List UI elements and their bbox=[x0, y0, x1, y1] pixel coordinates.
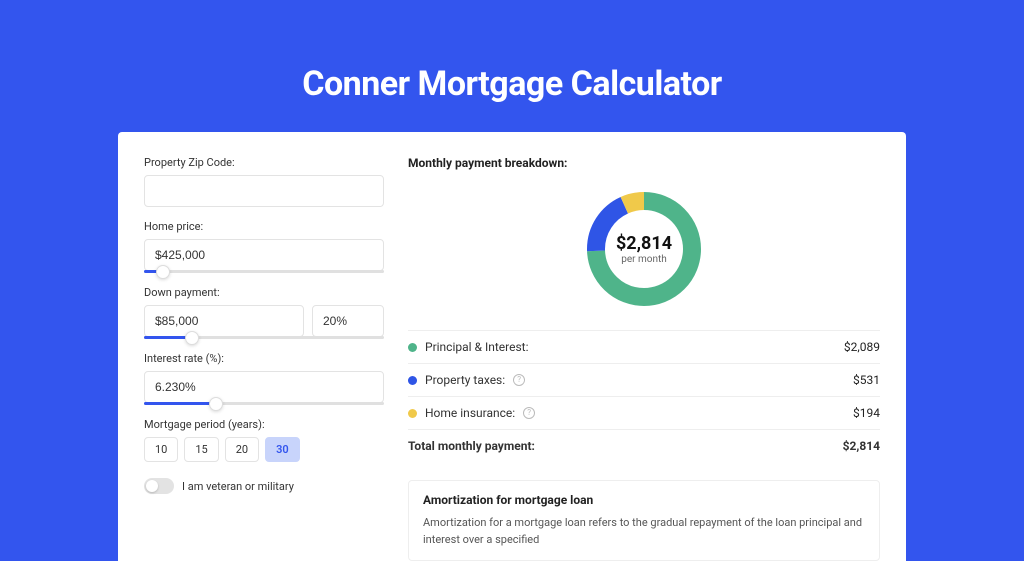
legend-dot bbox=[408, 409, 417, 418]
legend-row: Principal & Interest: $2,089 bbox=[408, 331, 880, 364]
legend-total-row: Total monthly payment: $2,814 bbox=[408, 430, 880, 462]
interest-input[interactable] bbox=[144, 371, 384, 403]
legend-left: Property taxes:? bbox=[408, 373, 525, 387]
legend-value: $2,089 bbox=[844, 340, 880, 354]
donut-chart-wrap: $2,814 per month bbox=[408, 182, 880, 330]
interest-field-group: Interest rate (%): bbox=[144, 352, 384, 405]
legend-total-label: Total monthly payment: bbox=[408, 439, 535, 453]
legend-total-value: $2,814 bbox=[843, 439, 880, 453]
veteran-toggle[interactable] bbox=[144, 478, 174, 494]
legend-value: $531 bbox=[853, 373, 880, 387]
interest-label: Interest rate (%): bbox=[144, 352, 384, 365]
zip-label: Property Zip Code: bbox=[144, 156, 384, 169]
down-payment-slider[interactable] bbox=[144, 336, 384, 339]
down-payment-pct-input[interactable] bbox=[312, 305, 384, 337]
period-option-20[interactable]: 20 bbox=[225, 437, 259, 462]
legend-dot bbox=[408, 376, 417, 385]
home-price-field-group: Home price: bbox=[144, 220, 384, 273]
legend-dot bbox=[408, 343, 417, 352]
amortization-box: Amortization for mortgage loan Amortizat… bbox=[408, 480, 880, 561]
home-price-slider[interactable] bbox=[144, 270, 384, 273]
period-option-15[interactable]: 15 bbox=[184, 437, 218, 462]
legend-left: Home insurance:? bbox=[408, 406, 535, 420]
interest-slider[interactable] bbox=[144, 402, 384, 405]
amortization-title: Amortization for mortgage loan bbox=[423, 493, 865, 507]
home-price-slider-thumb[interactable] bbox=[156, 265, 170, 279]
period-option-30[interactable]: 30 bbox=[265, 437, 300, 462]
donut-sub: per month bbox=[621, 254, 667, 265]
page-title: Conner Mortgage Calculator bbox=[0, 0, 1024, 132]
legend-row: Home insurance:? $194 bbox=[408, 397, 880, 430]
inputs-column: Property Zip Code: Home price: Down paym… bbox=[144, 156, 384, 561]
legend-label: Property taxes: bbox=[425, 373, 505, 387]
donut-value: $2,814 bbox=[616, 233, 672, 254]
period-label: Mortgage period (years): bbox=[144, 418, 384, 431]
period-options: 1015 2030 bbox=[144, 437, 384, 462]
donut-center: $2,814 per month bbox=[581, 186, 707, 312]
home-price-input[interactable] bbox=[144, 239, 384, 271]
down-payment-input[interactable] bbox=[144, 305, 304, 337]
legend-left: Principal & Interest: bbox=[408, 340, 529, 354]
interest-slider-thumb[interactable] bbox=[209, 397, 223, 411]
zip-input[interactable] bbox=[144, 175, 384, 207]
down-payment-field-group: Down payment: bbox=[144, 286, 384, 339]
donut-chart: $2,814 per month bbox=[581, 186, 707, 312]
legend-value: $194 bbox=[853, 406, 880, 420]
amortization-text: Amortization for a mortgage loan refers … bbox=[423, 515, 865, 548]
home-price-label: Home price: bbox=[144, 220, 384, 233]
period-option-10[interactable]: 10 bbox=[144, 437, 178, 462]
legend: Principal & Interest: $2,089 Property taxe… bbox=[408, 330, 880, 462]
breakdown-column: Monthly payment breakdown: $2,814 per mo… bbox=[408, 156, 880, 561]
veteran-label: I am veteran or military bbox=[182, 480, 294, 493]
info-icon[interactable]: ? bbox=[523, 407, 535, 419]
veteran-toggle-row: I am veteran or military bbox=[144, 478, 384, 494]
breakdown-title: Monthly payment breakdown: bbox=[408, 156, 880, 170]
calculator-card: Property Zip Code: Home price: Down paym… bbox=[118, 132, 906, 561]
legend-label: Home insurance: bbox=[425, 406, 515, 420]
interest-slider-fill bbox=[144, 402, 216, 405]
down-payment-slider-thumb[interactable] bbox=[185, 331, 199, 345]
zip-field-group: Property Zip Code: bbox=[144, 156, 384, 207]
info-icon[interactable]: ? bbox=[513, 374, 525, 386]
period-field-group: Mortgage period (years): 1015 2030 bbox=[144, 418, 384, 462]
legend-row: Property taxes:? $531 bbox=[408, 364, 880, 397]
legend-label: Principal & Interest: bbox=[425, 340, 529, 354]
down-payment-label: Down payment: bbox=[144, 286, 384, 299]
